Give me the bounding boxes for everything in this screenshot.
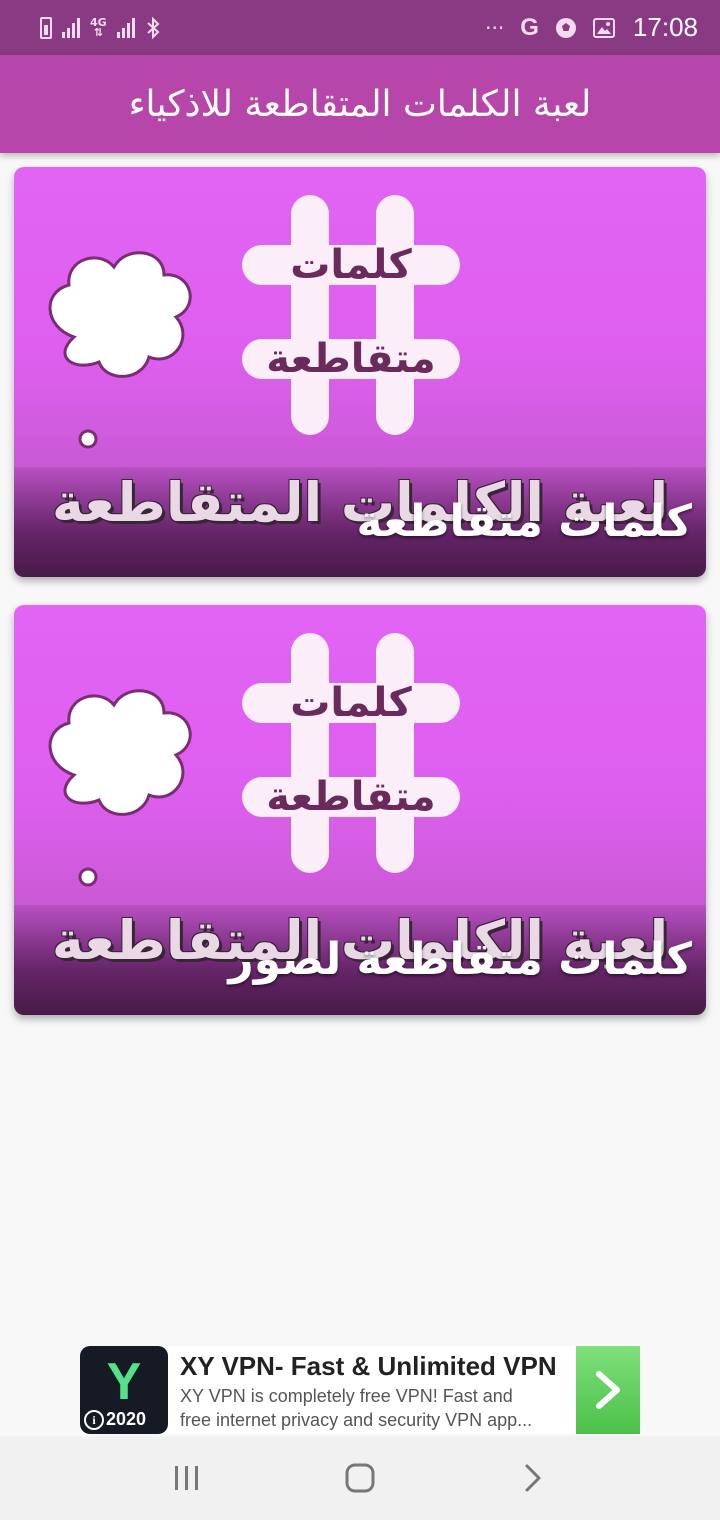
bluetooth-icon [145,16,161,39]
signal-icon [116,17,135,38]
thought-cloud-icon [48,689,192,887]
ad-logo-year: 2020 [105,1409,146,1429]
card-picture-crossword[interactable]: كلمات متقاطعة لعبة الكلمات المتقاطعة كلم… [14,605,706,1015]
ad-open-button[interactable] [576,1346,640,1434]
recents-icon [174,1466,198,1490]
hash-icon [291,633,414,873]
google-icon: G [520,13,539,41]
back-icon [525,1464,541,1492]
ad-app-logo[interactable]: Y 2020 i [80,1346,168,1434]
gallery-icon [592,17,615,38]
system-nav-bar [0,1436,720,1520]
art-word-top: كلمات [290,680,412,726]
status-right: ··· G 17:08 [485,12,698,43]
status-left: 4G ⇅ [40,15,485,39]
app-bar: لعبة الكلمات المتقاطعة للاذكياء [0,55,720,153]
back-button[interactable] [503,1448,563,1508]
art-word-bottom: متقاطعة [266,774,435,820]
clock: 17:08 [632,12,698,42]
home-button[interactable] [330,1448,390,1508]
card-crossword[interactable]: كلمات متقاطعة لعبة الكلمات المتقاطعة كلم… [14,167,706,577]
ad-banner[interactable]: Y 2020 i XY VPN- Fast & Unlimited VPN XY… [80,1346,640,1434]
card-title: كلمات متقاطعة لصور [228,934,692,985]
art-word-top: كلمات [290,242,412,288]
status-bar: 4G ⇅ ··· G 17:08 [0,0,720,55]
hash-icon [291,195,414,435]
card-title: كلمات متقاطعة [356,496,692,547]
info-icon[interactable]: i [84,1410,104,1430]
network-type: 4G ⇅ [90,15,107,39]
soccer-ball-icon [555,17,577,39]
recents-button[interactable] [157,1448,217,1508]
page-title: لعبة الكلمات المتقاطعة للاذكياء [128,83,592,125]
ad-description: XY VPN is completely free VPN! Fast and … [180,1386,533,1430]
ad-text[interactable]: XY VPN- Fast & Unlimited VPN XY VPN is c… [168,1346,576,1434]
ad-title: XY VPN- Fast & Unlimited VPN [180,1351,557,1381]
thought-cloud-icon [48,251,192,449]
battery-icon [40,16,52,39]
signal-icon [62,17,80,38]
ad-logo-letter: Y [106,1353,142,1411]
home-icon [345,1463,375,1493]
chevron-right-icon [596,1371,620,1409]
art-word-bottom: متقاطعة [266,336,435,382]
more-icon: ··· [485,15,505,40]
